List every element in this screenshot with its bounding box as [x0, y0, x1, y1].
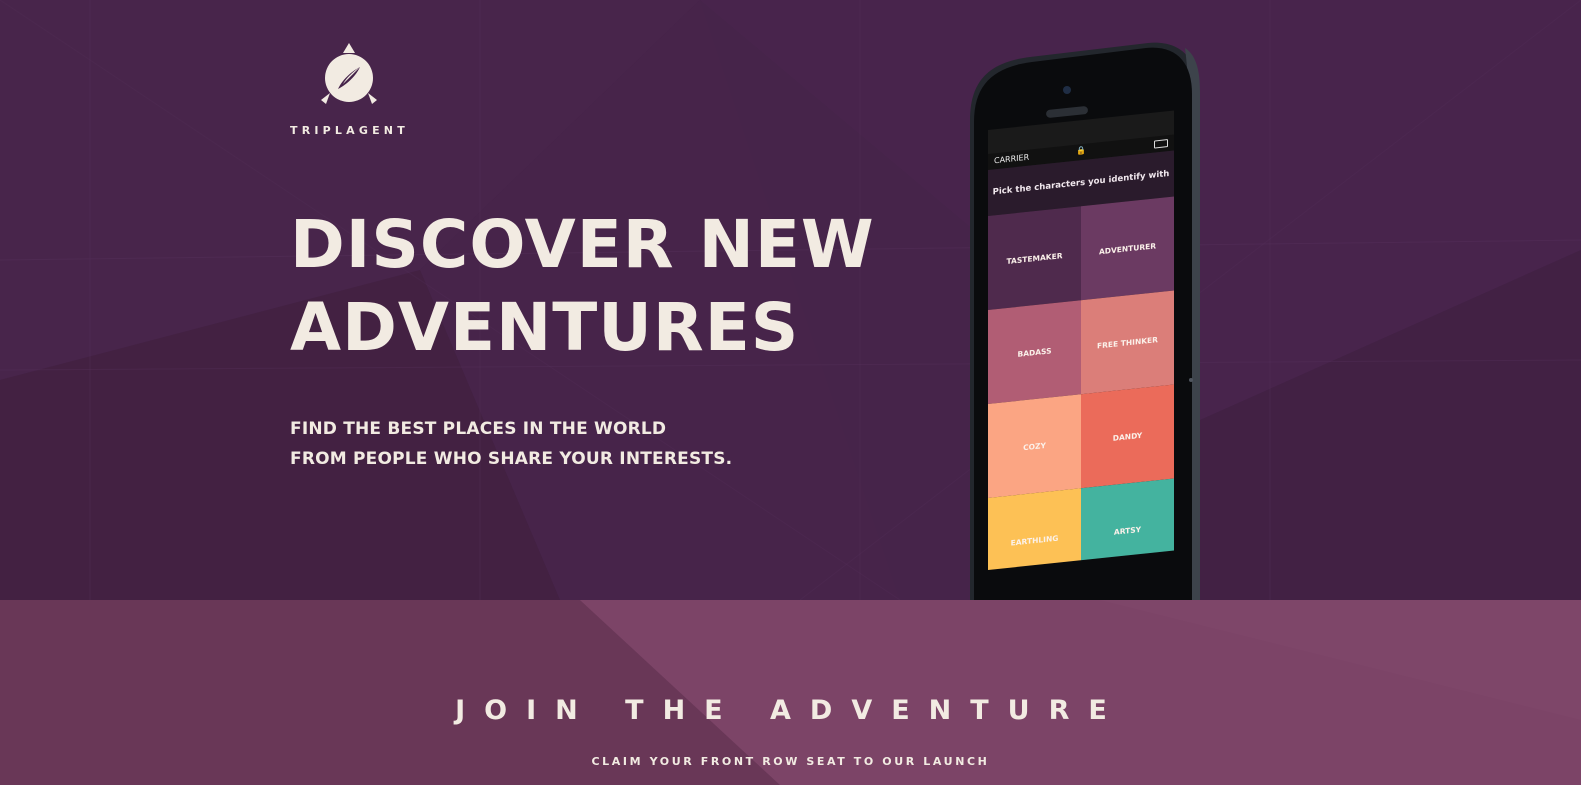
brand-logo[interactable]: TRIPLAGENT: [290, 42, 415, 142]
phone-screen: CARRIER 🔒 Pick the characters you identi…: [988, 110, 1174, 570]
headline-line-2: ADVENTURES: [290, 289, 800, 366]
subhead-line-2: FROM PEOPLE WHO SHARE YOUR INTERESTS.: [290, 449, 733, 469]
tile-earthling[interactable]: EARTHLING: [988, 488, 1081, 570]
join-section: JOIN THE ADVENTURE CLAIM YOUR FRONT ROW …: [0, 600, 1581, 785]
tile-free-thinker[interactable]: FREE THINKER: [1081, 290, 1174, 395]
hero-subhead: FIND THE BEST PLACES IN THE WORLD FROM P…: [290, 414, 732, 474]
battery-icon: [1154, 139, 1168, 149]
headline-line-1: DISCOVER NEW: [290, 206, 875, 283]
tile-dandy[interactable]: DANDY: [1081, 384, 1174, 489]
tile-badass[interactable]: BADASS: [988, 300, 1081, 404]
join-title: JOIN THE ADVENTURE: [455, 695, 1126, 726]
tile-cozy[interactable]: COZY: [988, 394, 1081, 498]
hero-headline: DISCOVER NEW ADVENTURES: [290, 203, 875, 369]
join-subtitle: CLAIM YOUR FRONT ROW SEAT TO OUR LAUNCH: [591, 755, 990, 768]
compass-icon: [321, 43, 377, 104]
hero-section: TRIPLAGENT DISCOVER NEW ADVENTURES FIND …: [0, 0, 1581, 600]
subhead-line-1: FIND THE BEST PLACES IN THE WORLD: [290, 419, 667, 439]
lock-icon: 🔒: [1076, 145, 1086, 156]
carrier-label: CARRIER: [994, 152, 1030, 166]
landing-page: TRIPLAGENT DISCOVER NEW ADVENTURES FIND …: [0, 0, 1581, 785]
tile-adventurer[interactable]: ADVENTURER: [1081, 196, 1174, 301]
tile-tastemaker[interactable]: TASTEMAKER: [988, 206, 1081, 310]
brand-name: TRIPLAGENT: [290, 124, 409, 137]
